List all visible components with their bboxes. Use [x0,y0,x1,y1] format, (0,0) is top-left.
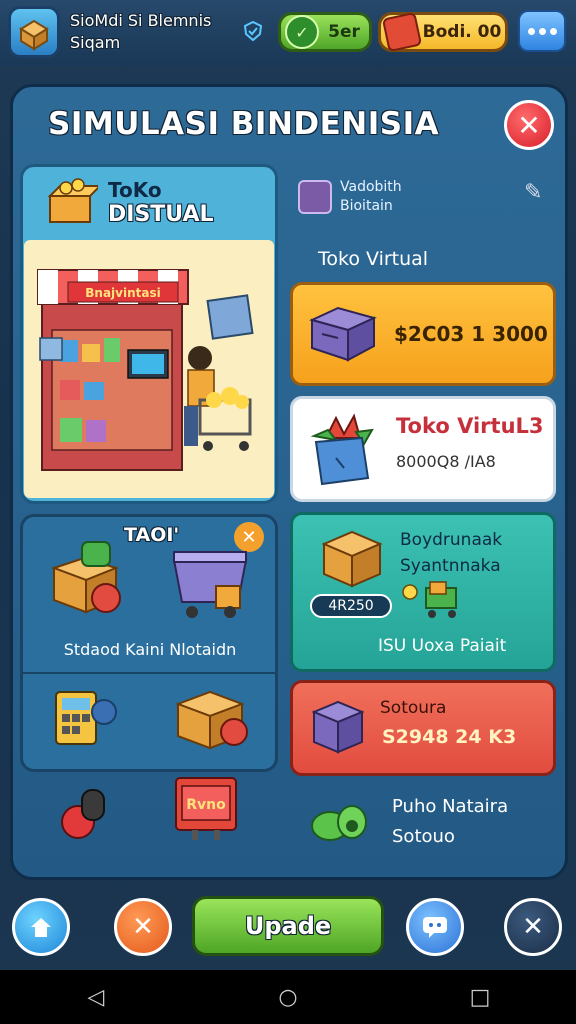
box-coins-icon [44,176,103,226]
produce-box-icon [306,408,380,488]
store-card-subtitle: DISTUAL [108,202,214,227]
back-nav-icon[interactable]: ◁ [66,985,126,1010]
shop-sign-icon: Rvno [175,777,237,840]
offer-orange-price: $2C03 1 3000 [394,322,548,346]
more-menu-button[interactable] [518,10,566,52]
home-icon [31,918,51,937]
cash-icon: ✓ [285,15,319,49]
vendor-label-line1: Vadobith [340,179,402,195]
green-leaf-icon [311,805,367,841]
teal-card-subtitle: Syantnnaka [400,556,501,576]
close-panel-button[interactable]: ✕ [504,100,554,150]
store-illustration: Bnajvintasi [24,240,274,498]
red-card-value: S2948 24 K3 [382,726,517,748]
store-sign: Bnajvintasi [85,286,160,300]
pin-icon[interactable]: ✎ [524,180,548,205]
cash-register-icon [55,691,117,745]
teal-card-title: Boydrunaak [400,530,503,550]
vendor-icon [298,180,332,214]
home-button[interactable] [12,898,70,956]
teal-card-label: ISU Uoxa Paiait [378,636,507,656]
game-title: SioMdi Si Blemnis Siqam [70,11,212,52]
home-nav-icon[interactable]: ○ [258,985,318,1010]
bottom-item-label: Puho Nataira [392,796,509,817]
menu-dot-icon [549,27,557,35]
gold-value: Bodi. 00 [422,22,502,42]
cash-counter[interactable]: ✓ 5er [278,12,372,52]
tools-button[interactable]: ✕ [114,898,172,956]
shop-sign-label: Rvno [186,797,226,813]
offer-white-value: 8000Q8 /IA8 [396,452,496,471]
chat-button[interactable] [406,898,464,956]
panel-title: SIMULASI BINDENISIA [48,106,440,142]
parcel-icon [321,530,383,588]
store-card-title: ToKo [108,178,162,202]
cart-bin-icon [172,551,248,618]
tools-card-label: Stdaod Kaini Nlotaidn [63,640,237,659]
divider [20,672,278,674]
cash-value: 5er [328,22,360,42]
offer-white-title: Toko VirtuL3 [396,414,544,438]
red-card-title: Sotoura [380,698,447,718]
crossed-tools-icon: ✕ [132,912,154,942]
system-navigation-bar: ◁ ○ □ [0,970,576,1024]
exit-button[interactable]: ✕ [504,898,562,956]
verified-badge-icon [242,20,264,42]
vendor-label-line2: Bioitain [340,198,393,214]
delivery-box-icon [51,541,121,614]
gold-counter[interactable]: Bodi. 00 [378,11,508,53]
close-icon: ✕ [522,912,544,942]
menu-dot-icon [538,27,546,35]
crate-icon [311,700,365,754]
teal-card-badge: 4R250 [310,594,392,618]
game-logo-icon [8,6,60,58]
tools-card-title: TAOI' [124,524,180,546]
storage-box-icon [308,300,378,364]
chat-icon [423,917,447,938]
cart-coins-icon [402,581,457,618]
boxing-glove-icon [61,789,105,839]
vendor-label[interactable]: Vadobith Bioitain [340,178,402,216]
ticket-icon [381,11,423,53]
store-subtitle: Toko Virtual [318,248,429,270]
menu-dot-icon [527,27,535,35]
recents-nav-icon[interactable]: □ [450,985,510,1010]
bottom-item-sublabel: Sotouo [392,826,455,847]
package-box-icon [175,690,248,750]
upgrade-button[interactable]: Upade [192,896,384,956]
